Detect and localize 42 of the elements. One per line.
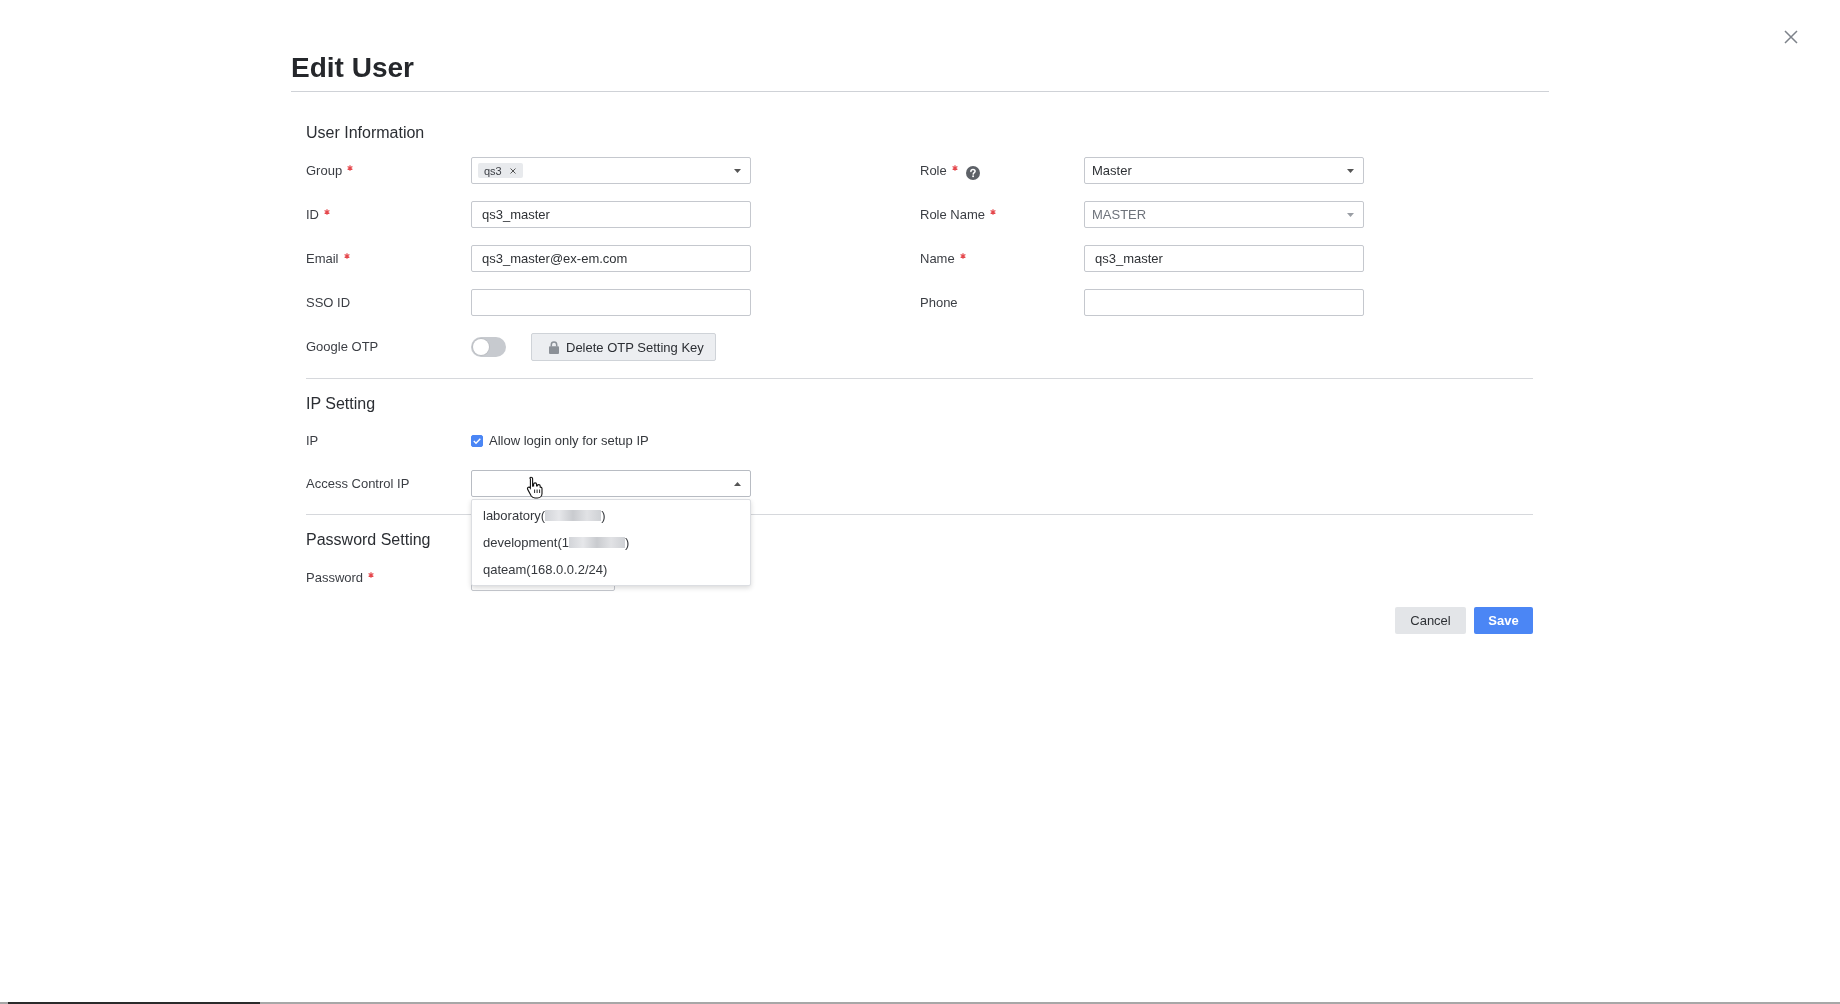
- dropdown-option[interactable]: development(1 ): [472, 529, 750, 556]
- field-label: SSO ID: [306, 294, 351, 311]
- remove-icon[interactable]: [509, 167, 516, 174]
- field-label: ID: [306, 206, 319, 223]
- section-title: IP Setting: [306, 394, 376, 414]
- checkbox-label[interactable]: Allow login only for setup IP: [489, 433, 649, 448]
- caret-icon: [734, 168, 741, 173]
- field-label: Role: [920, 162, 947, 179]
- toggle-switch[interactable]: [471, 337, 506, 357]
- scrollbar-thumb[interactable]: [8, 1002, 260, 1004]
- text-field[interactable]: qs3_master: [1084, 245, 1364, 272]
- field-label: IP: [306, 432, 319, 449]
- field-label: Google OTP: [306, 339, 379, 355]
- caret-icon: [1347, 212, 1354, 217]
- tag-label: qs3: [484, 164, 502, 177]
- dropdown-option[interactable]: laboratory( ): [472, 502, 750, 529]
- caret-icon: [1347, 168, 1354, 173]
- field-label: Password: [306, 569, 364, 586]
- checkbox[interactable]: [471, 434, 483, 447]
- section-title: Password Setting: [306, 530, 431, 550]
- dropdown-option[interactable]: qateam(168.0.0.2/24): [472, 556, 750, 583]
- field-label: Role Name: [920, 206, 986, 223]
- select-field[interactable]: [471, 470, 751, 497]
- text-field[interactable]: [471, 289, 751, 316]
- lock-icon: [549, 340, 559, 354]
- cancel-button[interactable]: Cancel: [1395, 607, 1466, 634]
- multi-select-field[interactable]: qs3: [471, 157, 751, 184]
- text-field[interactable]: [1084, 289, 1364, 316]
- caret-icon: [734, 481, 741, 486]
- field-label: Access Control IP: [306, 475, 410, 492]
- text-field[interactable]: qs3_master: [471, 201, 751, 228]
- field-label: Group: [306, 162, 343, 179]
- field-label: Phone: [920, 294, 958, 311]
- dialog-title: Edit User: [291, 51, 414, 85]
- help-icon[interactable]: [965, 166, 980, 180]
- select-field[interactable]: Master: [1084, 157, 1364, 184]
- text-field[interactable]: qs3_master@ex-em.com: [471, 245, 751, 272]
- field-label: Email: [306, 250, 339, 267]
- close-icon[interactable]: [1784, 30, 1798, 44]
- delete-key-button[interactable]: Delete OTP Setting Key: [531, 333, 716, 361]
- section-title: User Information: [306, 123, 425, 143]
- field-label: Name: [920, 250, 955, 267]
